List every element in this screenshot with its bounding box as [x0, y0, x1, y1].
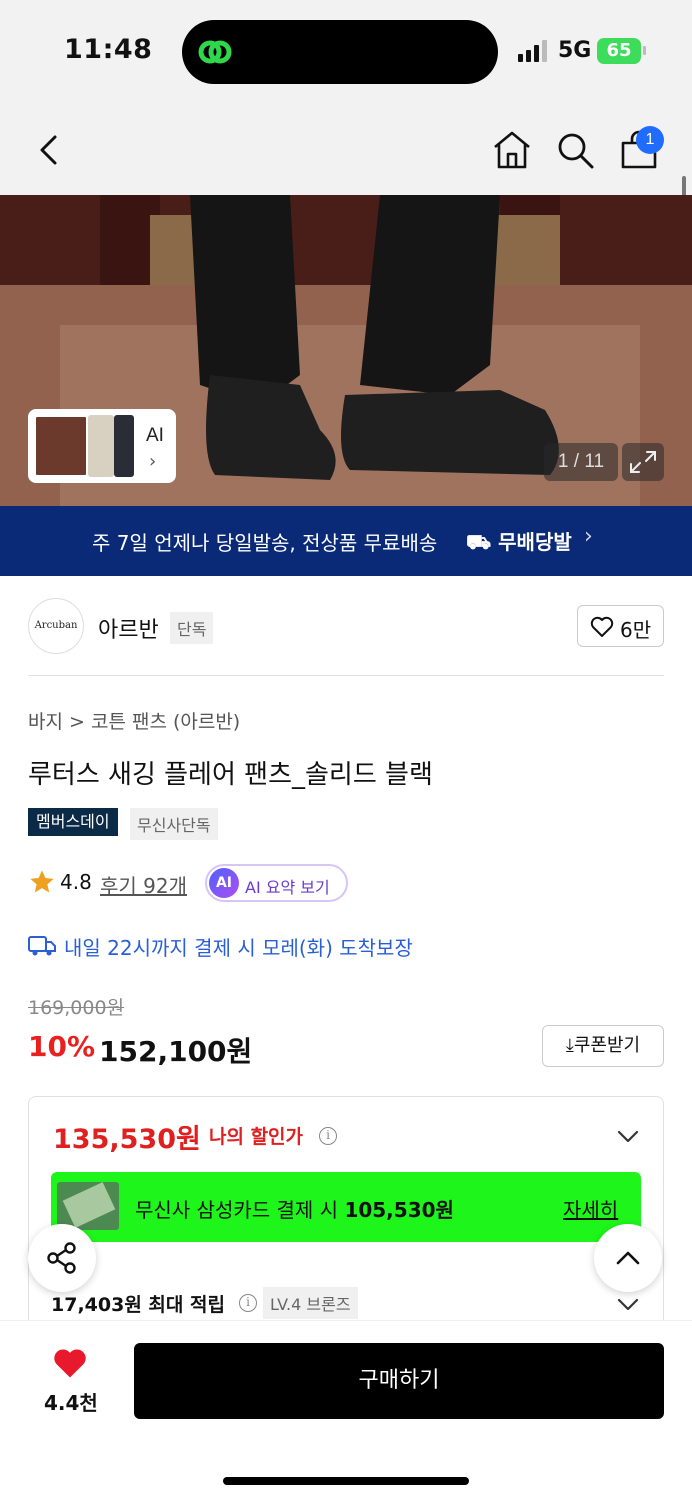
search-icon[interactable] [554, 129, 596, 171]
truck-icon: ⛟ [466, 530, 492, 554]
home-icon[interactable] [491, 129, 533, 171]
info-icon[interactable]: i [239, 1294, 257, 1312]
info-icon[interactable]: i [319, 1127, 337, 1145]
share-icon [47, 1242, 76, 1274]
brand-name[interactable]: 아르반 [98, 612, 159, 644]
banner-logo-text: 무배당발 [498, 530, 572, 554]
banner-text: 주 7일 언제나 당일발송, 전상품 무료배송 [92, 531, 438, 555]
product-title: 루터스 새깅 플레어 팬츠_솔리드 블랙 [28, 760, 433, 790]
chevron-down-icon[interactable] [617, 1130, 639, 1144]
max-reward-points: 17,403원 최대 적립 [51, 1294, 225, 1316]
status-time: 11:48 [64, 34, 153, 65]
discount-rate: 10% [28, 1030, 96, 1063]
sale-price: 152,100원 [99, 1035, 253, 1068]
thumbnail-2 [88, 415, 114, 477]
banner-logo: ⛟ 무배당발 [466, 526, 572, 557]
download-icon: ⤓ [565, 1035, 574, 1056]
tag-membersday: 멤버스데이 [28, 808, 118, 836]
ai-summary-label: AI 요약 보기 [245, 878, 330, 897]
product-like-count: 4.4천 [44, 1391, 98, 1415]
bottom-action-bar: 4.4천 구매하기 [0, 1320, 692, 1500]
card-promo-detail-link[interactable]: 자세히 [563, 1194, 618, 1223]
dynamic-island [182, 20, 498, 84]
ai-label: AI [146, 425, 164, 446]
product-image-carousel[interactable]: AI › 1 / 11 [0, 195, 692, 506]
coupon-label: 쿠폰받기 [573, 1035, 641, 1056]
home-indicator [223, 1477, 469, 1485]
card-promo-prefix: 무신사 삼성카드 결제 시 [135, 1198, 345, 1222]
samsung-card-promo[interactable]: 무신사 삼성카드 결제 시 105,530원 자세히 [51, 1172, 641, 1242]
free-shipping-banner[interactable]: 주 7일 언제나 당일발송, 전상품 무료배송 ⛟ 무배당발 › [0, 506, 692, 576]
cart-count-badge: 1 [636, 126, 664, 154]
card-promo-price: 105,530원 [344, 1198, 454, 1222]
my-discount-price: 135,530원 [53, 1124, 201, 1155]
card-image [57, 1182, 119, 1230]
card-promo-text: 무신사 삼성카드 결제 시 105,530원 [135, 1194, 454, 1223]
thumbnail-1 [34, 415, 88, 477]
my-discount-box: 135,530원 나의 할인가 i 무신사 삼성카드 결제 시 105,530원… [28, 1096, 664, 1326]
brand-logo[interactable]: Arcuban [28, 598, 84, 654]
thumbnail-3 [114, 415, 134, 477]
battery-tip [643, 46, 646, 55]
chevron-up-icon [616, 1251, 640, 1265]
coupon-button[interactable]: ⤓쿠폰받기 [542, 1025, 664, 1067]
delivery-guarantee: 내일 22시까지 결제 시 모레(화) 도착보장 [64, 936, 413, 960]
rating-value: 4.8 [60, 870, 92, 894]
status-bar: 11:48 5G 65 [0, 0, 692, 105]
chevron-right-icon: › [584, 524, 593, 549]
brand-like-count: 6만 [620, 618, 652, 642]
buy-button[interactable]: 구매하기 [134, 1343, 664, 1419]
link-app-icon [198, 40, 232, 64]
divider [28, 675, 664, 676]
top-nav [0, 105, 692, 195]
ai-icon: AI [209, 868, 239, 898]
scroll-top-button[interactable] [594, 1224, 662, 1292]
breadcrumb[interactable]: 바지 > 코튼 팬츠 (아르반) [28, 707, 240, 734]
back-icon[interactable] [28, 129, 70, 171]
ai-summary-button[interactable]: AI AI 요약 보기 [205, 864, 348, 902]
share-button[interactable] [28, 1224, 96, 1292]
membership-tier: LV.4 브론즈 [263, 1287, 358, 1319]
ai-similar-thumbnails[interactable]: AI › [28, 409, 176, 483]
expand-icon[interactable] [622, 443, 664, 481]
chevron-down-icon[interactable] [617, 1298, 639, 1312]
review-count-link[interactable]: 후기 92개 [100, 870, 187, 899]
star-icon [30, 870, 54, 893]
network-label: 5G [558, 38, 592, 63]
original-price: 169,000원 [28, 997, 125, 1019]
heart-filled-icon[interactable] [52, 1347, 88, 1379]
signal-icon [518, 40, 548, 62]
heart-outline-icon [590, 616, 614, 637]
chevron-right-icon: › [149, 451, 157, 472]
tag-musinsa-exclusive: 무신사단독 [130, 808, 218, 840]
image-counter: 1 / 11 [544, 443, 618, 481]
exclusive-badge: 단독 [170, 612, 214, 644]
delivery-truck-icon [28, 936, 56, 956]
brand-like-button[interactable]: 6만 [577, 605, 664, 647]
my-discount-label: 나의 할인가 [209, 1126, 304, 1148]
battery-icon: 65 [597, 38, 641, 64]
